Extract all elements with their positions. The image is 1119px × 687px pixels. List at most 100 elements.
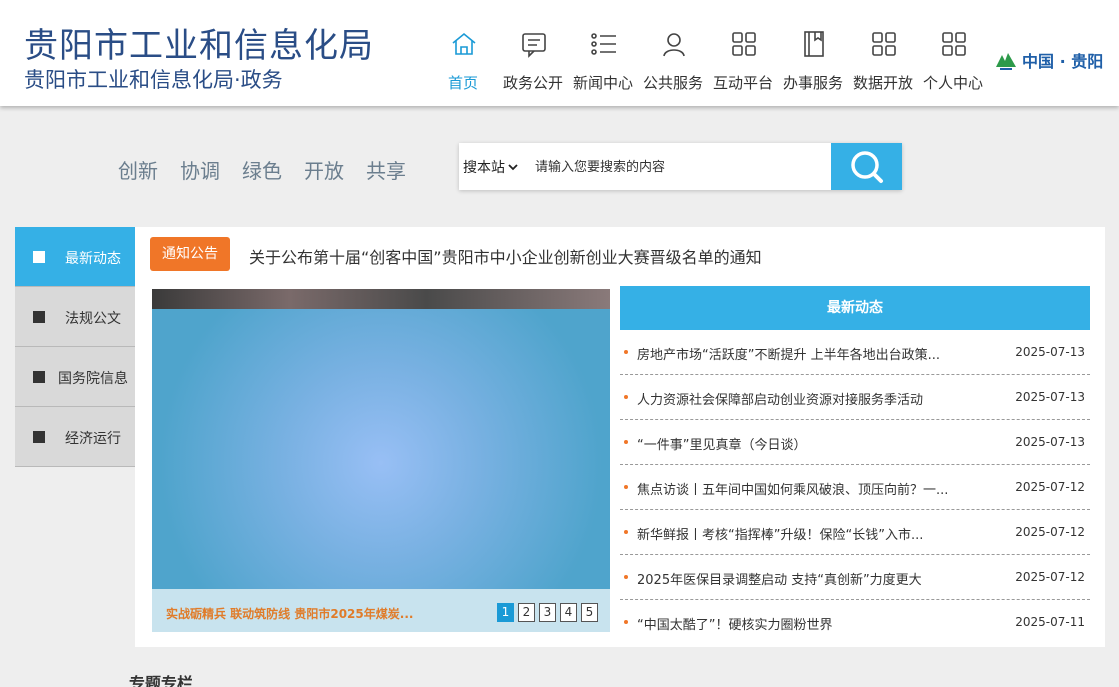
slogan: 协调 xyxy=(180,159,220,183)
tab-economy[interactable]: 经济运行 xyxy=(15,407,135,467)
bullet-icon xyxy=(624,575,628,579)
nav-label: 新闻中心 xyxy=(572,74,633,92)
list-icon xyxy=(591,33,616,55)
slogan: 创新 xyxy=(118,159,158,183)
latest-news-box: 最新动态 房地产市场“活跃度”不断提升 上半年各地出台政策... 2025-07-… xyxy=(620,286,1090,645)
news-item[interactable]: 人力资源社会保障部启动创业资源对接服务季活动 2025-07-13 xyxy=(620,375,1090,420)
news-date: 2025-07-11 xyxy=(1015,615,1085,629)
news-title[interactable]: 2025年医保目录调整启动 支持“真创新”力度更大 xyxy=(637,569,987,588)
image-slider[interactable]: 实战砺精兵 联动筑防线 贵阳市2025年煤炭... 1 2 3 4 5 xyxy=(152,289,610,632)
guiyang-emblem-icon xyxy=(996,53,1016,70)
nav-item-services[interactable]: 办事服务 xyxy=(778,0,848,106)
news-title[interactable]: “一件事”里见真章（今日谈） xyxy=(637,434,987,453)
china-guiyang-logo[interactable]: 中国 · 贵阳 xyxy=(994,48,1103,72)
news-item[interactable]: 2025年医保目录调整启动 支持“真创新”力度更大 2025-07-12 xyxy=(620,555,1090,600)
news-item[interactable]: “中国太酷了”！硬核实力圈粉世界 2025-07-11 xyxy=(620,600,1090,645)
grid-icon xyxy=(942,32,966,56)
news-title[interactable]: 新华鲜报丨考核“指挥棒”升级！保险“长钱”入市... xyxy=(637,524,987,543)
slider-page-button[interactable]: 5 xyxy=(581,603,598,622)
notice-link[interactable]: 关于公布第十届“创客中国”贵阳市中小企业创新创业大赛晋级名单的通知 xyxy=(249,244,762,268)
main-nav: 首页 政务公开 新闻中心 公共服务 互动平台 办事服务 数据开放 个人中心 xyxy=(428,0,988,106)
slogan: 开放 xyxy=(304,159,344,183)
nav-label: 个人中心 xyxy=(922,74,983,92)
news-list: 房地产市场“活跃度”不断提升 上半年各地出台政策... 2025-07-13 人力… xyxy=(620,330,1090,645)
nav-label: 办事服务 xyxy=(782,74,843,92)
bullet-icon xyxy=(624,620,628,624)
news-date: 2025-07-12 xyxy=(1015,570,1085,584)
search-input[interactable] xyxy=(535,153,785,181)
nav-item-interaction[interactable]: 互动平台 xyxy=(708,0,778,106)
bullet-icon xyxy=(624,485,628,489)
nav-label: 政务公开 xyxy=(502,74,563,92)
chevron-down-icon xyxy=(508,164,518,171)
news-title[interactable]: 焦点访谈丨五年间中国如何乘风破浪、顶压向前？一... xyxy=(637,479,987,498)
tab-state-council[interactable]: 国务院信息 xyxy=(15,347,135,407)
news-item[interactable]: “一件事”里见真章（今日谈） 2025-07-13 xyxy=(620,420,1090,465)
tab-regulations[interactable]: 法规公文 xyxy=(15,287,135,347)
search-button[interactable] xyxy=(831,143,902,190)
search-scope-label: 搜本站 xyxy=(463,160,505,176)
grid-icon xyxy=(732,32,756,56)
slogans: 创新 协调 绿色 开放 共享 xyxy=(118,155,406,184)
news-date: 2025-07-12 xyxy=(1015,480,1085,494)
tab-label: 最新动态 xyxy=(65,251,121,267)
slider-page-button[interactable]: 4 xyxy=(560,603,577,622)
news-date: 2025-07-13 xyxy=(1015,345,1085,359)
slogan: 绿色 xyxy=(242,159,282,183)
slogan: 共享 xyxy=(366,159,406,183)
nav-item-open-data[interactable]: 数据开放 xyxy=(848,0,918,106)
tab-latest-news[interactable]: 最新动态 xyxy=(15,227,135,287)
news-date: 2025-07-13 xyxy=(1015,435,1085,449)
content-panel: 通知公告 关于公布第十届“创客中国”贵阳市中小企业创新创业大赛晋级名单的通知 实… xyxy=(135,227,1105,647)
square-bullet-icon xyxy=(33,311,45,323)
search-scope-select[interactable]: 搜本站 xyxy=(463,157,518,177)
search-icon xyxy=(851,151,883,183)
left-tab-list: 最新动态 法规公文 国务院信息 经济运行 xyxy=(15,227,135,467)
slide-image-top xyxy=(152,289,610,309)
nav-item-public-service[interactable]: 公共服务 xyxy=(638,0,708,106)
tab-label: 法规公文 xyxy=(65,311,121,327)
news-item[interactable]: 房地产市场“活跃度”不断提升 上半年各地出台政策... 2025-07-13 xyxy=(620,330,1090,375)
nav-label: 公共服务 xyxy=(642,74,703,92)
site-header: 贵阳市工业和信息化局 贵阳市工业和信息化局·政务 首页 政务公开 新闻中心 公共… xyxy=(0,0,1119,106)
news-heading[interactable]: 最新动态 xyxy=(620,286,1090,330)
slider-pagination: 1 2 3 4 5 xyxy=(497,603,598,622)
tab-label: 经济运行 xyxy=(65,431,121,447)
site-title[interactable]: 贵阳市工业和信息化局 xyxy=(24,18,374,67)
grid-icon xyxy=(872,32,896,56)
bullet-icon xyxy=(624,530,628,534)
nav-item-gov-open[interactable]: 政务公开 xyxy=(498,0,568,106)
nav-item-news[interactable]: 新闻中心 xyxy=(568,0,638,106)
nav-label: 互动平台 xyxy=(712,74,773,92)
bullet-icon xyxy=(624,350,628,354)
slider-page-button[interactable]: 1 xyxy=(497,603,514,622)
home-icon xyxy=(452,32,476,55)
slide-caption[interactable]: 实战砺精兵 联动筑防线 贵阳市2025年煤炭... xyxy=(166,605,413,622)
nav-label: 首页 xyxy=(447,74,478,92)
user-icon xyxy=(663,33,685,57)
news-item[interactable]: 新华鲜报丨考核“指挥棒”升级！保险“长钱”入市... 2025-07-12 xyxy=(620,510,1090,555)
nav-item-personal[interactable]: 个人中心 xyxy=(918,0,988,106)
logo-text: 中国 · 贵阳 xyxy=(1022,52,1104,71)
tab-label: 国务院信息 xyxy=(58,371,128,387)
bullet-icon xyxy=(624,395,628,399)
slider-page-button[interactable]: 3 xyxy=(539,603,556,622)
section-title: 专题专栏 xyxy=(129,674,194,687)
news-title[interactable]: 人力资源社会保障部启动创业资源对接服务季活动 xyxy=(637,389,987,408)
news-item[interactable]: 焦点访谈丨五年间中国如何乘风破浪、顶压向前？一... 2025-07-12 xyxy=(620,465,1090,510)
book-icon xyxy=(804,31,824,57)
news-title[interactable]: 房地产市场“活跃度”不断提升 上半年各地出台政策... xyxy=(637,344,987,363)
notice-badge: 通知公告 xyxy=(150,237,230,271)
square-bullet-icon xyxy=(33,251,45,263)
news-title[interactable]: “中国太酷了”！硬核实力圈粉世界 xyxy=(637,614,987,633)
news-date: 2025-07-12 xyxy=(1015,525,1085,539)
bullet-icon xyxy=(624,440,628,444)
news-date: 2025-07-13 xyxy=(1015,390,1085,404)
nav-label: 数据开放 xyxy=(852,74,913,92)
search-bar: 搜本站 xyxy=(459,143,902,190)
slider-page-button[interactable]: 2 xyxy=(518,603,535,622)
site-subtitle: 贵阳市工业和信息化局·政务 xyxy=(24,68,283,92)
square-bullet-icon xyxy=(33,371,45,383)
slide-image[interactable] xyxy=(152,309,610,589)
nav-item-home[interactable]: 首页 xyxy=(428,0,498,106)
